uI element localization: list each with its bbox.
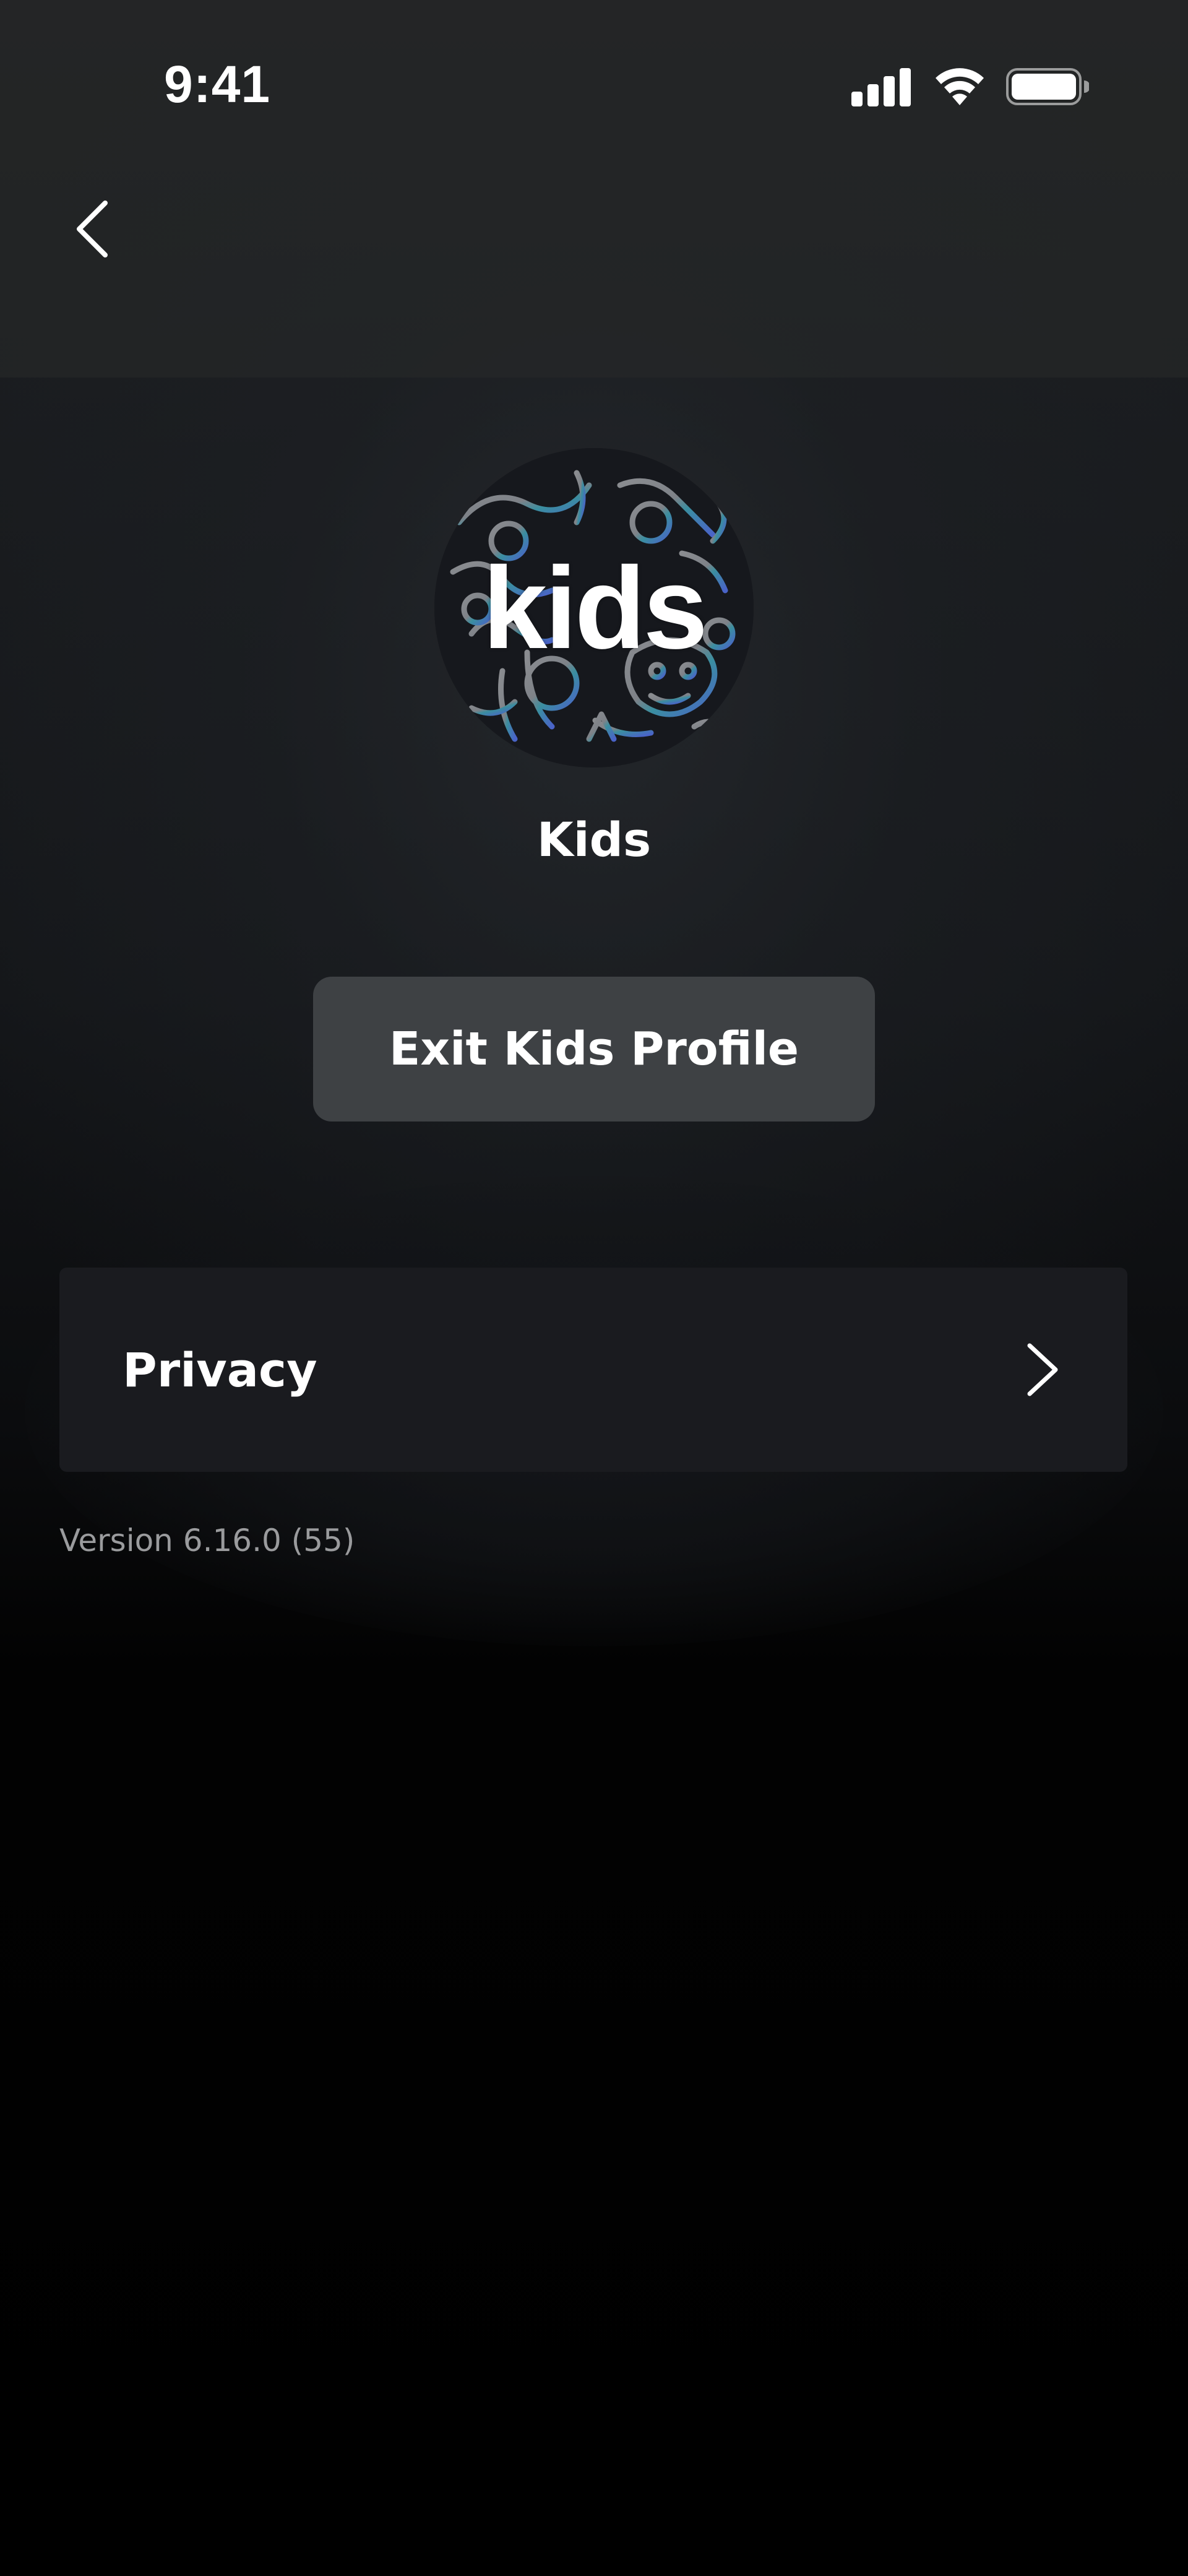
app-version: Version 6.16.0 (55) [59, 1523, 355, 1558]
settings-item-label: Privacy [123, 1342, 317, 1398]
battery-full-icon [1006, 68, 1089, 105]
wifi-icon [936, 68, 984, 105]
chevron-right-icon [1027, 1343, 1058, 1396]
back-button[interactable] [59, 186, 124, 272]
profile-avatar: kids [434, 448, 754, 767]
cellular-signal-icon [851, 68, 911, 106]
chevron-left-icon [77, 201, 108, 257]
screen: 9:41 kids Kids Exit Kids Profile Privacy… [0, 0, 1188, 2576]
avatar-label: kids [482, 543, 708, 673]
settings-item-privacy[interactable]: Privacy [59, 1268, 1127, 1472]
status-time: 9:41 [164, 55, 271, 113]
profile-name: Kids [536, 812, 652, 867]
exit-kids-profile-button[interactable]: Exit Kids Profile [313, 977, 875, 1122]
